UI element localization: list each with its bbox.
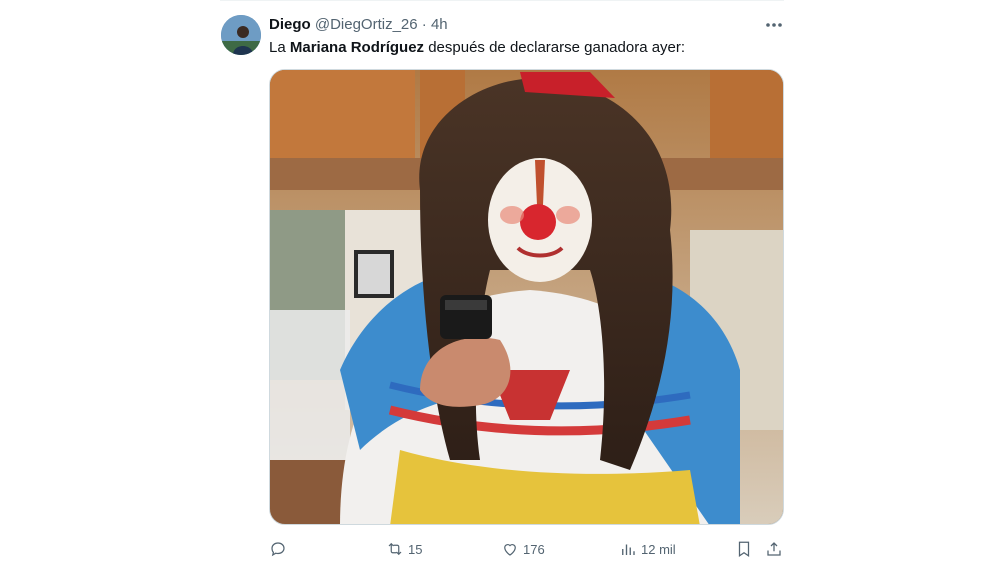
author-name[interactable]: Diego	[269, 16, 311, 33]
share-button[interactable]	[765, 538, 783, 560]
bookmark-button[interactable]	[735, 538, 753, 560]
views-button[interactable]: 12 mil	[619, 538, 676, 560]
reply-button[interactable]	[269, 538, 291, 560]
tweet-text-mention: Mariana Rodríguez	[289, 39, 425, 56]
retweet-icon	[388, 542, 402, 556]
avatar[interactable]	[221, 15, 261, 55]
retweet-button[interactable]: 15	[386, 538, 422, 560]
views-count: 12 mil	[641, 541, 676, 557]
reply-icon	[271, 542, 285, 557]
action-bar: 15 176 12 mil	[269, 538, 784, 560]
share-icon	[767, 542, 781, 556]
clown-photo	[270, 70, 783, 524]
author-handle[interactable]: @DiegOrtiz_26	[315, 16, 418, 33]
top-divider	[220, 0, 784, 1]
tweet-text: La Mariana Rodríguez después de declarar…	[269, 38, 685, 58]
tweet-text-after: después de declararse ganadora ayer:	[424, 39, 686, 56]
like-count: 176	[523, 541, 545, 557]
bookmark-icon	[738, 541, 750, 557]
retweet-count: 15	[408, 541, 423, 557]
views-icon	[622, 544, 635, 555]
separator-dot: ·	[421, 16, 427, 33]
tweet-time[interactable]: 4h	[431, 16, 448, 33]
more-icon[interactable]	[764, 16, 784, 34]
tweet-text-before: La	[269, 39, 290, 56]
heart-icon	[504, 544, 516, 556]
avatar-image	[221, 15, 261, 55]
tweet-image[interactable]	[269, 69, 784, 525]
tweet-header: Diego @DiegOrtiz_26 · 4h	[269, 15, 448, 35]
like-button[interactable]: 176	[501, 538, 545, 560]
